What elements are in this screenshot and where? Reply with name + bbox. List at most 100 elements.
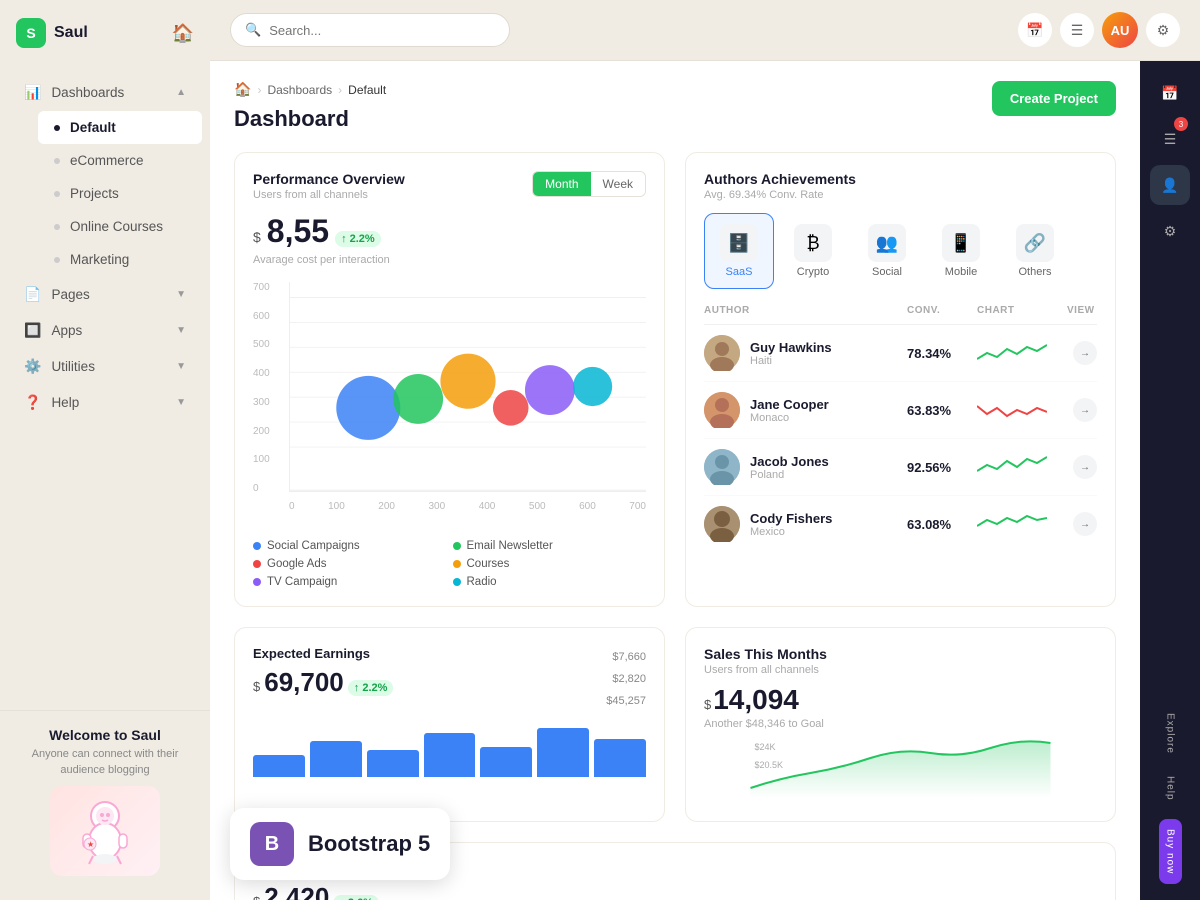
breadcrumb-current: Default [348, 83, 386, 97]
sidebar-item-dashboards[interactable]: 📊 Dashboards ▲ [8, 75, 202, 110]
legend-dot [453, 542, 461, 550]
topbar-right: 📅 ☰ AU ⚙ [1018, 12, 1180, 48]
others-icon: 🔗 [1016, 224, 1054, 262]
tab-saas[interactable]: 🗄️ SaaS [704, 213, 774, 289]
table-row: Jane Cooper Monaco 63.83% → [704, 382, 1097, 439]
sidebar-nav: 📊 Dashboards ▲ Default eCommerce [0, 66, 210, 710]
sidebar-arrow-icon[interactable]: 🏠 [172, 23, 194, 44]
bar [310, 741, 362, 777]
app-name: Saul [54, 24, 88, 42]
sales-amount: $ 14,094 [704, 684, 1097, 716]
calendar-panel-icon[interactable]: 📅 [1150, 73, 1190, 113]
earnings-metric: $ 69,700 ↑ 2.2% [253, 667, 393, 698]
x-labels: 0 100 200 300 400 500 600 700 [289, 501, 646, 512]
sidebar-item-label: Help [51, 395, 79, 410]
earnings-title: Expected Earnings [253, 646, 393, 661]
content-wrapper: 🏠 › Dashboards › Default Dashboard Creat… [210, 61, 1200, 900]
mini-chart [977, 396, 1047, 424]
earnings-dollar: $ [253, 679, 260, 694]
tab-month[interactable]: Month [533, 172, 590, 196]
table-row: Cody Fishers Mexico 63.08% → [704, 496, 1097, 552]
metric-badge: ↑ 2.2% [335, 231, 381, 247]
author-conv: 63.83% [907, 403, 977, 418]
svg-text:★: ★ [87, 840, 94, 849]
tool-panel-icon[interactable]: ⚙ [1150, 211, 1190, 251]
calendar-icon[interactable]: 📅 [1018, 13, 1052, 47]
sales-chart: $24K $20.5K [704, 738, 1097, 798]
chevron-icon: ▼ [176, 397, 186, 408]
legend-dot [453, 578, 461, 586]
sidebar-header: S Saul 🏠 [0, 0, 210, 66]
sidebar-logo: S Saul [16, 18, 88, 48]
sidebar-item-help[interactable]: ❓ Help ▼ [8, 385, 202, 420]
view-button[interactable]: → [1073, 341, 1097, 365]
chevron-icon: ▲ [176, 87, 186, 98]
topbar: 🔍 📅 ☰ AU ⚙ [210, 0, 1200, 61]
sidebar-item-pages[interactable]: 📄 Pages ▼ [8, 277, 202, 312]
create-project-button[interactable]: Create Project [992, 81, 1116, 116]
earnings-breakdown: $7,660 $2,820 $45,257 [606, 646, 646, 712]
sidebar-item-label: Default [70, 120, 116, 135]
breadcrumb-sep: › [257, 83, 261, 97]
legend-item: Email Newsletter [453, 540, 647, 552]
authors-tabs: 🗄️ SaaS ₿ Crypto 👥 Social [704, 213, 1097, 289]
earnings-badge: ↑ 2.2% [348, 680, 394, 696]
avatar [704, 392, 740, 428]
sidebar-welcome: Welcome to Saul Anyone can connect with … [0, 710, 210, 900]
menu-icon[interactable]: ☰ [1060, 13, 1094, 47]
view-button[interactable]: → [1073, 398, 1097, 422]
tab-mobile[interactable]: 📱 Mobile [926, 213, 996, 289]
user-avatar[interactable]: AU [1102, 12, 1138, 48]
breadcrumb-home[interactable]: 🏠 [234, 81, 251, 98]
mini-chart [977, 339, 1047, 367]
sidebar-item-utilities[interactable]: ⚙️ Utilities ▼ [8, 349, 202, 384]
tab-social[interactable]: 👥 Social [852, 213, 922, 289]
col-chart: CHART [977, 305, 1067, 316]
author-info: Jane Cooper Monaco [704, 392, 907, 428]
legend-item: TV Campaign [253, 576, 447, 588]
legend-label: Social Campaigns [267, 540, 360, 552]
col-conv: CONV. [907, 305, 977, 316]
avatar-panel-icon[interactable]: 👤 [1150, 165, 1190, 205]
crypto-icon: ₿ [794, 224, 832, 262]
tab-label: Mobile [945, 266, 977, 278]
author-conv: 92.56% [907, 460, 977, 475]
sidebar-item-apps[interactable]: 🔲 Apps ▼ [8, 313, 202, 348]
bar [594, 739, 646, 778]
metric-value: 8,55 [267, 213, 329, 250]
legend-label: TV Campaign [267, 576, 337, 588]
sales-subtitle: Users from all channels [704, 664, 1097, 676]
breadcrumb-dashboards[interactable]: Dashboards [267, 83, 332, 97]
explore-label[interactable]: Explore [1165, 705, 1176, 762]
sidebar-item-label: Marketing [70, 252, 129, 267]
ds-dollar: $ [253, 894, 260, 900]
help-label[interactable]: Help [1165, 768, 1176, 809]
buy-now-button[interactable]: Buy now [1159, 819, 1182, 884]
author-country: Haiti [750, 355, 832, 367]
view-button[interactable]: → [1073, 512, 1097, 536]
author-country: Poland [750, 469, 829, 481]
astronaut-image: ★ [50, 786, 160, 876]
author-country: Mexico [750, 526, 832, 538]
sidebar-item-marketing[interactable]: Marketing [38, 243, 202, 276]
search-input[interactable] [269, 23, 495, 38]
tab-others[interactable]: 🔗 Others [1000, 213, 1070, 289]
view-button[interactable]: → [1073, 455, 1097, 479]
legend-item: Radio [453, 576, 647, 588]
notification-wrapper: ☰ 3 [1150, 119, 1190, 159]
tab-label: Crypto [797, 266, 829, 278]
sidebar-item-online-courses[interactable]: Online Courses [38, 210, 202, 243]
search-box[interactable]: 🔍 [230, 13, 510, 47]
legend-dot [253, 578, 261, 586]
tab-label: Others [1018, 266, 1051, 278]
sidebar-item-default[interactable]: Default [38, 111, 202, 144]
sales-title: Sales This Months [704, 646, 1097, 662]
tab-crypto[interactable]: ₿ Crypto [778, 213, 848, 289]
author-conv: 78.34% [907, 346, 977, 361]
sidebar-item-projects[interactable]: Projects [38, 177, 202, 210]
bar [480, 747, 532, 777]
tab-week[interactable]: Week [591, 172, 645, 196]
daily-sales-metric: $ 2,420 ↑ 2.6% [253, 882, 379, 900]
settings-icon[interactable]: ⚙ [1146, 13, 1180, 47]
sidebar-item-ecommerce[interactable]: eCommerce [38, 144, 202, 177]
